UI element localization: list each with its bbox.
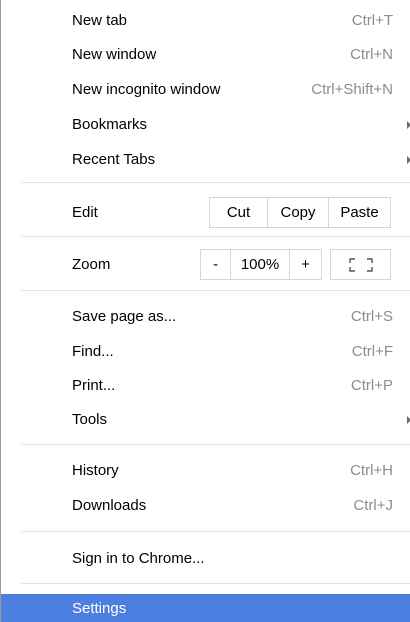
zoom-level: 100%	[230, 250, 289, 279]
shortcut-label: Ctrl+H	[350, 462, 393, 479]
zoom-out-button[interactable]: -	[201, 250, 230, 279]
menu-item-label: New tab	[72, 12, 128, 29]
menu-item-settings[interactable]: Settings	[1, 594, 410, 622]
menu-separator	[21, 236, 410, 237]
menu-item-label: History	[72, 462, 119, 479]
menu-item-sign-in[interactable]: Sign in to Chrome...	[1, 545, 410, 572]
shortcut-label: Ctrl+F	[351, 343, 393, 360]
shortcut-label: Ctrl+S	[350, 308, 393, 325]
menu-item-new-window[interactable]: New window Ctrl+N	[1, 41, 410, 68]
edit-button-group: Cut Copy Paste	[209, 197, 391, 228]
shortcut-label: Ctrl+J	[353, 497, 393, 514]
menu-item-tools[interactable]: Tools	[1, 406, 410, 433]
menu-separator	[21, 583, 410, 584]
copy-button[interactable]: Copy	[267, 198, 328, 227]
menu-item-history[interactable]: History Ctrl+H	[1, 457, 410, 484]
menu-item-label: Recent Tabs	[72, 151, 156, 168]
menu-item-new-incognito-window[interactable]: New incognito window Ctrl+Shift+N	[1, 76, 410, 103]
cut-button[interactable]: Cut	[210, 198, 267, 227]
menu-separator	[21, 444, 410, 445]
menu-item-downloads[interactable]: Downloads Ctrl+J	[1, 492, 410, 519]
menu-item-label: Downloads	[72, 497, 147, 514]
menu-item-print[interactable]: Print... Ctrl+P	[1, 372, 410, 399]
menu-item-save-page[interactable]: Save page as... Ctrl+S	[1, 303, 410, 330]
chrome-main-menu: New tab Ctrl+T New window Ctrl+N New inc…	[0, 0, 410, 622]
menu-item-label: Tools	[72, 411, 108, 428]
zoom-in-button[interactable]: +	[289, 250, 321, 279]
menu-item-label: Save page as...	[72, 308, 177, 325]
shortcut-label: Ctrl+N	[350, 46, 393, 63]
menu-item-label: Edit	[72, 204, 98, 221]
menu-separator	[21, 182, 410, 183]
menu-item-bookmarks[interactable]: Bookmarks	[1, 111, 410, 138]
fullscreen-button[interactable]	[330, 249, 391, 280]
menu-separator	[21, 290, 410, 291]
fullscreen-icon	[348, 257, 373, 272]
shortcut-label: Ctrl+T	[351, 12, 393, 29]
menu-item-zoom: Zoom - 100% +	[1, 249, 410, 280]
shortcut-label: Ctrl+P	[350, 377, 393, 394]
menu-item-label: Zoom	[72, 256, 111, 273]
paste-button[interactable]: Paste	[328, 198, 390, 227]
menu-item-label: Find...	[72, 343, 114, 360]
menu-item-label: New window	[72, 46, 157, 63]
menu-item-label: New incognito window	[72, 81, 221, 98]
menu-item-find[interactable]: Find... Ctrl+F	[1, 338, 410, 365]
menu-item-new-tab[interactable]: New tab Ctrl+T	[1, 7, 410, 34]
menu-separator	[21, 531, 410, 532]
menu-item-label: Print...	[72, 377, 116, 394]
zoom-button-group: - 100% +	[200, 249, 322, 280]
menu-item-edit: Edit Cut Copy Paste	[1, 197, 410, 228]
menu-item-label: Settings	[72, 599, 127, 617]
menu-item-label: Bookmarks	[72, 116, 148, 133]
menu-item-label: Sign in to Chrome...	[72, 550, 205, 567]
menu-item-recent-tabs[interactable]: Recent Tabs	[1, 146, 410, 173]
shortcut-label: Ctrl+Shift+N	[311, 81, 393, 98]
